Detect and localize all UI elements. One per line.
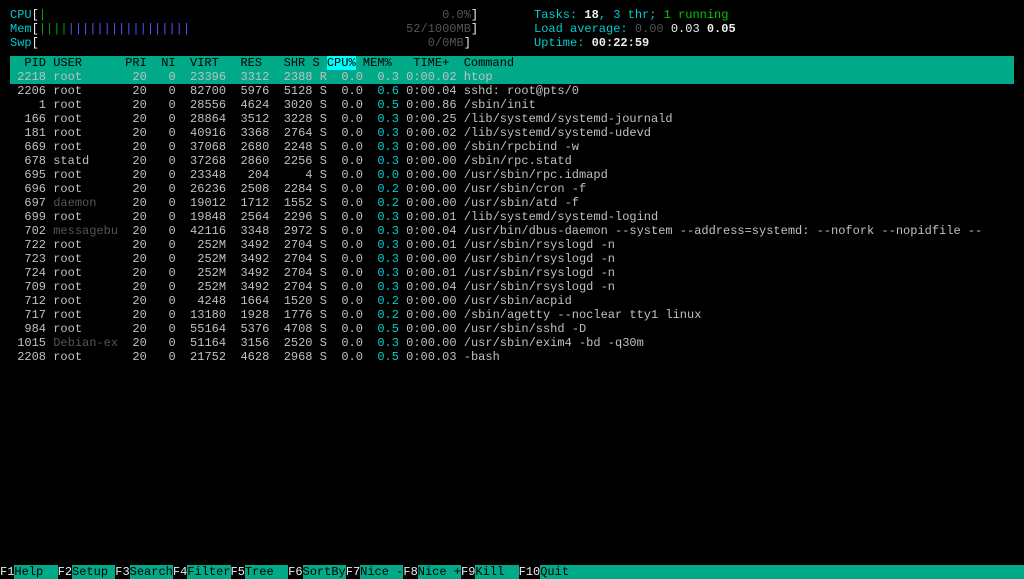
header-block: CPU[| 0.0%] Mem[||||||||||||||||||||| 52… [10,8,1014,50]
process-row[interactable]: 1 root 20 0 28556 4624 3020 S 0.0 0.5 0:… [10,98,1014,112]
mem-value: 52/1000MB [406,22,471,36]
process-row[interactable]: 697 daemon 20 0 19012 1712 1552 S 0.0 0.… [10,196,1014,210]
meters-left: CPU[| 0.0%] Mem[||||||||||||||||||||| 52… [10,8,510,50]
fkey-f10[interactable]: F10 [519,565,541,579]
load-line: Load average: 0.00 0.03 0.05 [534,22,736,36]
mem-label: Mem [10,22,32,36]
fkey-label-f2[interactable]: Setup [72,565,115,579]
htop-screen: CPU[| 0.0%] Mem[||||||||||||||||||||| 52… [0,0,1024,372]
process-row[interactable]: 1015 Debian-ex 20 0 51164 3156 2520 S 0.… [10,336,1014,350]
cpu-value: 0.0% [442,8,471,22]
process-row[interactable]: 722 root 20 0 252M 3492 2704 S 0.0 0.3 0… [10,238,1014,252]
process-row[interactable]: 984 root 20 0 55164 5376 4708 S 0.0 0.5 … [10,322,1014,336]
process-row[interactable]: 181 root 20 0 40916 3368 2764 S 0.0 0.3 … [10,126,1014,140]
process-row[interactable]: 2206 root 20 0 82700 5976 5128 S 0.0 0.6… [10,84,1014,98]
fkey-label-f8[interactable]: Nice + [418,565,461,579]
process-row[interactable]: 709 root 20 0 252M 3492 2704 S 0.0 0.3 0… [10,280,1014,294]
fkey-label-f5[interactable]: Tree [245,565,288,579]
function-key-bar[interactable]: F1Help F2Setup F3SearchF4FilterF5Tree F6… [0,565,1024,579]
fkey-label-f3[interactable]: Search [130,565,173,579]
fkey-label-f6[interactable]: SortBy [303,565,346,579]
cpu-bar-empty [46,8,442,22]
fkey-label-f9[interactable]: Kill [475,565,518,579]
fkey-f8[interactable]: F8 [403,565,417,579]
fkey-f6[interactable]: F6 [288,565,302,579]
process-row[interactable]: 723 root 20 0 252M 3492 2704 S 0.0 0.3 0… [10,252,1014,266]
process-row[interactable]: 702 messagebu 20 0 42116 3348 2972 S 0.0… [10,224,1014,238]
process-row[interactable]: 717 root 20 0 13180 1928 1776 S 0.0 0.2 … [10,308,1014,322]
process-row[interactable]: 724 root 20 0 252M 3492 2704 S 0.0 0.3 0… [10,266,1014,280]
process-list[interactable]: 2218 root 20 0 23396 3312 2388 R 0.0 0.3… [10,70,1014,364]
process-row[interactable]: 695 root 20 0 23348 204 4 S 0.0 0.0 0:00… [10,168,1014,182]
uptime-line: Uptime: 00:22:59 [534,36,736,50]
swp-value: 0/0MB [428,36,464,50]
column-header[interactable]: PID USER PRI NI VIRT RES SHR S CPU% MEM%… [10,56,1014,70]
swp-meter: Swp[ 0/0MB] [10,36,510,50]
fkey-label-f4[interactable]: Filter [187,565,230,579]
mem-meter: Mem[||||||||||||||||||||| 52/1000MB] [10,22,510,36]
process-row[interactable]: 2218 root 20 0 23396 3312 2388 R 0.0 0.3… [10,70,1014,84]
fkey-f1[interactable]: F1 [0,565,14,579]
fkey-label-f1[interactable]: Help [14,565,57,579]
tasks-line: Tasks: 18, 3 thr; 1 running [534,8,736,22]
process-row[interactable]: 2208 root 20 0 21752 4628 2968 S 0.0 0.5… [10,350,1014,364]
fkey-f5[interactable]: F5 [231,565,245,579]
process-row[interactable]: 678 statd 20 0 37268 2860 2256 S 0.0 0.3… [10,154,1014,168]
process-row[interactable]: 696 root 20 0 26236 2508 2284 S 0.0 0.2 … [10,182,1014,196]
process-row[interactable]: 669 root 20 0 37068 2680 2248 S 0.0 0.3 … [10,140,1014,154]
cpu-label: CPU [10,8,32,22]
fkey-f3[interactable]: F3 [115,565,129,579]
process-row[interactable]: 712 root 20 0 4248 1664 1520 S 0.0 0.2 0… [10,294,1014,308]
sysinfo-block: Tasks: 18, 3 thr; 1 running Load average… [510,8,736,50]
fkey-label-f10[interactable]: Quit [540,565,583,579]
fkey-f2[interactable]: F2 [58,565,72,579]
fkey-label-f7[interactable]: Nice - [360,565,403,579]
fkey-f7[interactable]: F7 [346,565,360,579]
fkey-f9[interactable]: F9 [461,565,475,579]
cpu-meter: CPU[| 0.0%] [10,8,510,22]
swp-label: Swp [10,36,32,50]
process-row[interactable]: 699 root 20 0 19848 2564 2296 S 0.0 0.3 … [10,210,1014,224]
fkey-f4[interactable]: F4 [173,565,187,579]
process-row[interactable]: 166 root 20 0 28864 3512 3228 S 0.0 0.3 … [10,112,1014,126]
